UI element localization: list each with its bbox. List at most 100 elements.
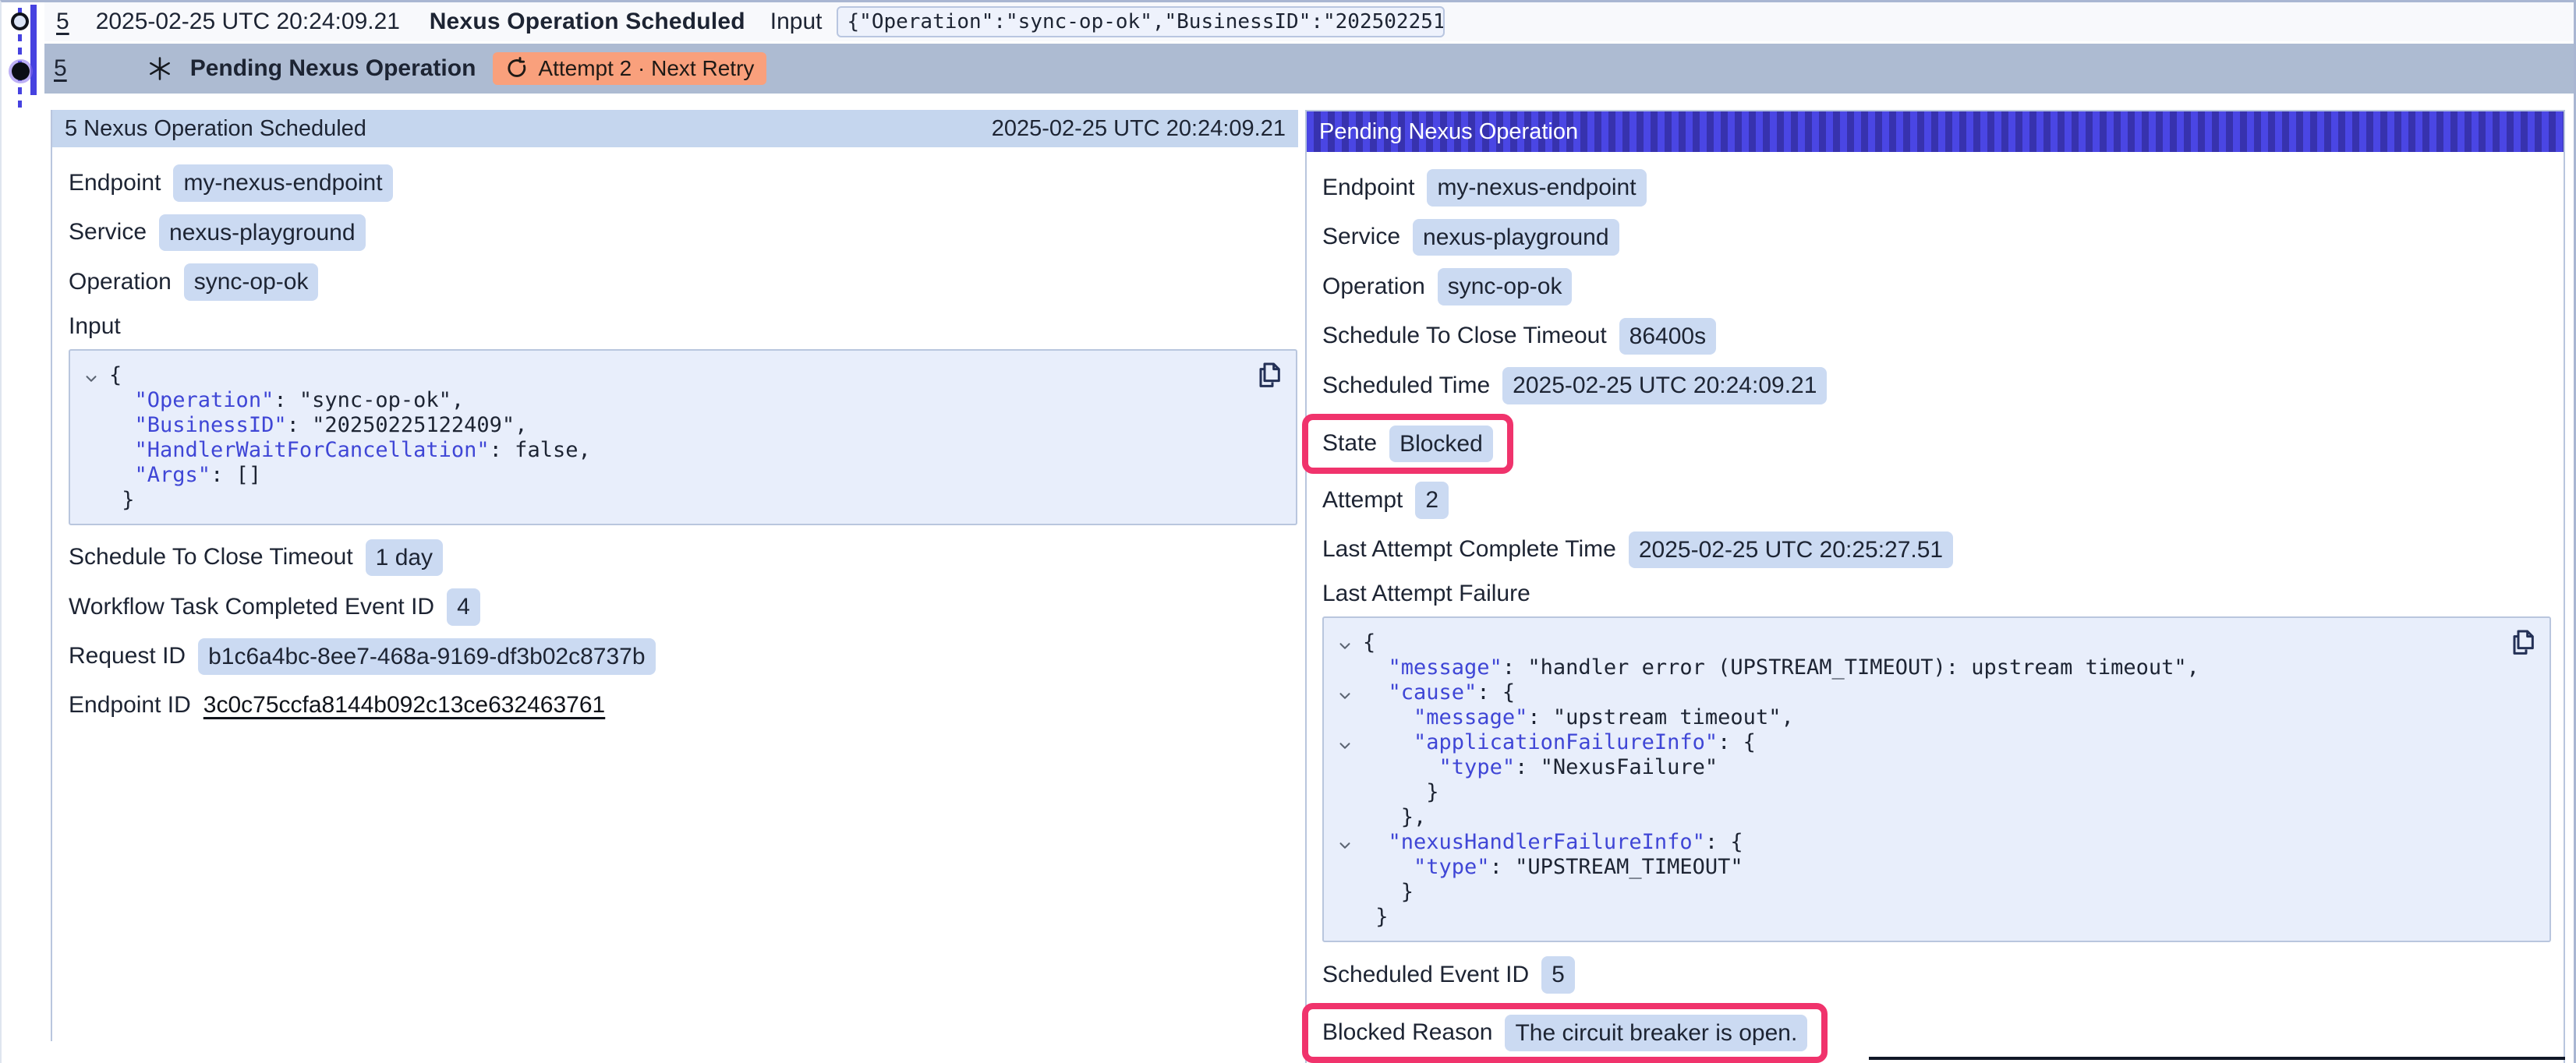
collapse-chevron-icon[interactable] — [1330, 630, 1363, 655]
field-label: Attempt — [1322, 487, 1403, 514]
field-value-chip: 5 — [1541, 956, 1575, 994]
json-value: : { — [1477, 680, 1515, 705]
field-value-chip: 4 — [447, 588, 480, 626]
field-operation: Operation sync-op-ok — [1322, 268, 2551, 305]
scheduled-panel-time: 2025-02-25 UTC 20:24:09.21 — [992, 116, 1286, 142]
field-value-chip: nexus-playground — [1413, 219, 1619, 256]
input-label: Input — [770, 9, 823, 35]
field-endpoint: Endpoint my-nexus-endpoint — [1322, 169, 2551, 207]
field-label: Endpoint — [1322, 175, 1414, 201]
field-value-chip: my-nexus-endpoint — [1427, 169, 1646, 207]
field-request-id: Request ID b1c6a4bc-8ee7-468a-9169-df3b0… — [69, 638, 1298, 676]
input-preview-chip[interactable]: {"Operation":"sync-op-ok","BusinessID":"… — [837, 6, 1445, 37]
collapse-chevron-icon[interactable] — [1330, 830, 1363, 855]
field-state: State Blocked — [1322, 414, 2551, 475]
field-label: Scheduled Time — [1322, 373, 1490, 399]
event-type-title: Nexus Operation Scheduled — [430, 9, 745, 35]
code-gutter — [1330, 755, 1363, 780]
field-schedule-to-close-timeout: Schedule To Close Timeout 1 day — [69, 539, 1298, 577]
code-gutter — [76, 438, 109, 463]
collapse-chevron-icon[interactable] — [76, 363, 109, 388]
code-line: } — [1330, 905, 2539, 930]
event-row-scheduled[interactable]: 5 2025-02-25 UTC 20:24:09.21 Nexus Opera… — [44, 2, 2576, 41]
field-label: Scheduled Event ID — [1322, 962, 1529, 988]
code-gutter — [76, 463, 109, 488]
json-value: : "sync-op-ok", — [274, 388, 464, 413]
blocked-reason-annotation-highlight: Blocked Reason The circuit breaker is op… — [1302, 1003, 1828, 1063]
code-gutter — [76, 413, 109, 438]
field-value-chip: sync-op-ok — [1438, 268, 1573, 305]
json-value: : "UPSTREAM_TIMEOUT" — [1490, 855, 1743, 880]
bottom-divider — [1869, 1057, 2565, 1060]
field-operation: Operation sync-op-ok — [69, 263, 1298, 301]
retry-status-badge: Attempt 2 · Next Retry — [493, 52, 766, 85]
field-value-chip: 1 day — [366, 539, 443, 577]
event-history-view: 5 2025-02-25 UTC 20:24:09.21 Nexus Opera… — [0, 0, 2576, 1063]
json-value: : "handler error (UPSTREAM_TIMEOUT): ups… — [1502, 655, 2199, 680]
json-key: "type" — [1414, 855, 1490, 880]
retry-icon — [505, 57, 529, 80]
field-label: Operation — [69, 269, 172, 295]
code-gutter — [76, 388, 109, 413]
pending-event-id-link[interactable]: 5 — [54, 55, 67, 82]
field-workflow-task-completed-event-id: Workflow Task Completed Event ID 4 — [69, 588, 1298, 626]
collapse-chevron-icon[interactable] — [1330, 730, 1363, 755]
json-value: : "20250225122409", — [287, 413, 528, 438]
json-value: : { — [1705, 830, 1743, 855]
code-gutter — [1330, 905, 1363, 930]
json-key: "nexusHandlerFailureInfo" — [1389, 830, 1705, 855]
json-key: "cause" — [1389, 680, 1477, 705]
json-key: "message" — [1414, 705, 1527, 730]
json-value: } — [1375, 905, 1388, 930]
copy-icon[interactable] — [1252, 360, 1285, 393]
event-timestamp: 2025-02-25 UTC 20:24:09.21 — [96, 9, 408, 35]
collapse-chevron-icon[interactable] — [1330, 680, 1363, 705]
failure-block-label: Last Attempt Failure — [1322, 581, 2551, 607]
code-line: "HandlerWaitForCancellation": false, — [76, 438, 1285, 463]
code-gutter — [1330, 655, 1363, 680]
code-line: "Args": [] — [76, 463, 1285, 488]
json-value: : "upstream timeout", — [1527, 705, 1793, 730]
field-last-attempt-complete-time: Last Attempt Complete Time 2025-02-25 UT… — [1322, 532, 2551, 569]
pending-title: Pending Nexus Operation — [190, 55, 476, 82]
code-line: "applicationFailureInfo": { — [1330, 730, 2539, 755]
field-service: Service nexus-playground — [69, 214, 1298, 252]
json-value: { — [1363, 630, 1375, 655]
code-line: "nexusHandlerFailureInfo": { — [1330, 830, 2539, 855]
json-value: } — [1426, 780, 1438, 805]
code-line: { — [1330, 630, 2539, 655]
field-value-chip: sync-op-ok — [184, 263, 319, 301]
json-key: "Operation" — [135, 388, 274, 413]
code-line: "BusinessID": "20250225122409", — [76, 413, 1285, 438]
json-value: }, — [1401, 805, 1427, 830]
copy-icon[interactable] — [2506, 627, 2539, 660]
pending-panel-header: Pending Nexus Operation — [1307, 111, 2564, 152]
json-value: : "NexusFailure" — [1515, 755, 1718, 780]
json-key: "message" — [1389, 655, 1502, 680]
json-key: "applicationFailureInfo" — [1414, 730, 1718, 755]
scheduled-panel-title: 5 Nexus Operation Scheduled — [65, 116, 366, 142]
selected-event-indicator-bar — [30, 5, 37, 95]
input-block-label: Input — [69, 313, 1298, 340]
field-value-chip: b1c6a4bc-8ee7-468a-9169-df3b02c8737b — [198, 638, 655, 676]
field-value-chip: my-nexus-endpoint — [173, 164, 392, 202]
json-key: "type" — [1439, 755, 1516, 780]
event-timeline-rail — [2, 5, 44, 114]
code-gutter — [1330, 855, 1363, 880]
code-line: "type": "NexusFailure" — [1330, 755, 2539, 780]
code-gutter — [1330, 780, 1363, 805]
scheduled-panel-header: 5 Nexus Operation Scheduled 2025-02-25 U… — [52, 110, 1298, 147]
event-row-pending[interactable]: 5 Pending Nexus Operation Attempt 2 · Ne… — [44, 44, 2576, 94]
field-label: Service — [1322, 224, 1400, 250]
json-key: "Args" — [135, 463, 211, 488]
field-label: Workflow Task Completed Event ID — [69, 594, 434, 620]
field-endpoint-id: Endpoint ID 3c0c75ccfa8144b092c13ce63246… — [69, 687, 1298, 722]
field-label: Endpoint — [69, 170, 161, 196]
pending-asterisk-icon — [147, 55, 173, 82]
pending-operation-panel: Pending Nexus Operation Endpoint my-nexu… — [1305, 110, 2565, 1063]
endpoint-id-link[interactable]: 3c0c75ccfa8144b092c13ce632463761 — [203, 692, 605, 719]
field-scheduled-event-id: Scheduled Event ID 5 — [1322, 956, 2551, 994]
field-label: Service — [69, 219, 147, 245]
field-blocked-reason: Blocked Reason The circuit breaker is op… — [1322, 1003, 2551, 1063]
event-id-link[interactable]: 5 — [56, 9, 69, 35]
